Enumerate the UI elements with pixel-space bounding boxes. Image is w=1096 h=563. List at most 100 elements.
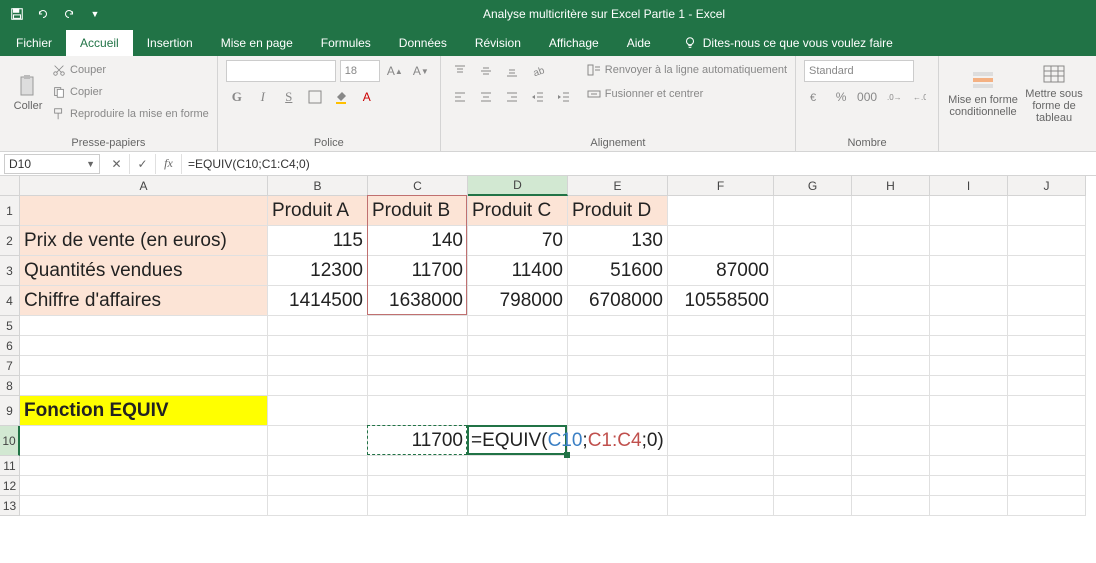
cell-A10[interactable] [20, 426, 268, 456]
thousand-sep-button[interactable]: 000 [856, 86, 878, 108]
cell-G2[interactable] [774, 226, 852, 256]
orientation-button[interactable]: ab [527, 60, 549, 82]
currency-button[interactable]: € [804, 86, 826, 108]
cell-J9[interactable] [1008, 396, 1086, 426]
cell-H6[interactable] [852, 336, 930, 356]
cell-E11[interactable] [568, 456, 668, 476]
row-header-6[interactable]: 6 [0, 336, 20, 356]
increase-indent-button[interactable] [553, 86, 575, 108]
col-header-B[interactable]: B [268, 176, 368, 196]
cell-C8[interactable] [368, 376, 468, 396]
formula-input[interactable]: =EQUIV(C10;C1:C4;0) [182, 157, 1096, 171]
cell-D10[interactable] [468, 426, 568, 456]
cell-J12[interactable] [1008, 476, 1086, 496]
cell-F5[interactable] [668, 316, 774, 336]
cell-J4[interactable] [1008, 286, 1086, 316]
cell-I11[interactable] [930, 456, 1008, 476]
row-header-4[interactable]: 4 [0, 286, 20, 316]
cell-I13[interactable] [930, 496, 1008, 516]
cell-B10[interactable] [268, 426, 368, 456]
cell-J5[interactable] [1008, 316, 1086, 336]
bold-button[interactable]: G [226, 86, 248, 108]
cell-I6[interactable] [930, 336, 1008, 356]
paste-button[interactable]: Coller [8, 60, 48, 126]
decrease-font-button[interactable]: A▼ [410, 60, 432, 82]
cell-A9[interactable]: Fonction EQUIV [20, 396, 268, 426]
cell-D8[interactable] [468, 376, 568, 396]
cell-E3[interactable]: 51600 [568, 256, 668, 286]
cell-H8[interactable] [852, 376, 930, 396]
cell-I2[interactable] [930, 226, 1008, 256]
cell-C6[interactable] [368, 336, 468, 356]
cell-J13[interactable] [1008, 496, 1086, 516]
cell-E13[interactable] [568, 496, 668, 516]
cell-G3[interactable] [774, 256, 852, 286]
cell-D2[interactable]: 70 [468, 226, 568, 256]
cell-D7[interactable] [468, 356, 568, 376]
cell-D3[interactable]: 11400 [468, 256, 568, 286]
row-header-2[interactable]: 2 [0, 226, 20, 256]
cell-B13[interactable] [268, 496, 368, 516]
cell-J1[interactable] [1008, 196, 1086, 226]
cell-C13[interactable] [368, 496, 468, 516]
row-header-9[interactable]: 9 [0, 396, 20, 426]
tab-formules[interactable]: Formules [307, 30, 385, 56]
cell-H3[interactable] [852, 256, 930, 286]
cell-F10[interactable] [668, 426, 774, 456]
cancel-formula-button[interactable]: ✕ [104, 154, 130, 174]
align-bottom-button[interactable] [501, 60, 523, 82]
cell-G11[interactable] [774, 456, 852, 476]
cell-B4[interactable]: 1414500 [268, 286, 368, 316]
cell-A2[interactable]: Prix de vente (en euros) [20, 226, 268, 256]
cell-E7[interactable] [568, 356, 668, 376]
undo-button[interactable] [32, 3, 54, 25]
cell-J3[interactable] [1008, 256, 1086, 286]
col-header-E[interactable]: E [568, 176, 668, 196]
cell-D5[interactable] [468, 316, 568, 336]
cell-J2[interactable] [1008, 226, 1086, 256]
cell-J8[interactable] [1008, 376, 1086, 396]
accept-formula-button[interactable]: ✓ [130, 154, 156, 174]
tab-affichage[interactable]: Affichage [535, 30, 613, 56]
cell-G5[interactable] [774, 316, 852, 336]
cell-G4[interactable] [774, 286, 852, 316]
cell-H7[interactable] [852, 356, 930, 376]
cell-B8[interactable] [268, 376, 368, 396]
cell-E8[interactable] [568, 376, 668, 396]
col-header-A[interactable]: A [20, 176, 268, 196]
wrap-text-button[interactable]: Renvoyer à la ligne automatiquement [587, 60, 787, 80]
align-top-button[interactable] [449, 60, 471, 82]
row-header-7[interactable]: 7 [0, 356, 20, 376]
format-as-table-button[interactable]: Mettre sous forme de tableau [1023, 60, 1085, 126]
cell-D12[interactable] [468, 476, 568, 496]
cell-B9[interactable] [268, 396, 368, 426]
select-all-corner[interactable] [0, 176, 20, 196]
cell-A1[interactable] [20, 196, 268, 226]
row-header-5[interactable]: 5 [0, 316, 20, 336]
tell-me-search[interactable]: Dites-nous ce que vous voulez faire [673, 30, 903, 56]
cell-E4[interactable]: 6708000 [568, 286, 668, 316]
cell-A5[interactable] [20, 316, 268, 336]
cell-E10[interactable] [568, 426, 668, 456]
cell-C5[interactable] [368, 316, 468, 336]
underline-button[interactable]: S [278, 86, 300, 108]
cell-H13[interactable] [852, 496, 930, 516]
insert-function-button[interactable]: fx [156, 154, 182, 174]
tab-aide[interactable]: Aide [613, 30, 665, 56]
cell-J7[interactable] [1008, 356, 1086, 376]
cell-F2[interactable] [668, 226, 774, 256]
col-header-D[interactable]: D [468, 176, 568, 196]
cell-A6[interactable] [20, 336, 268, 356]
col-header-F[interactable]: F [668, 176, 774, 196]
font-name-select[interactable] [226, 60, 336, 82]
cell-H10[interactable] [852, 426, 930, 456]
cell-G1[interactable] [774, 196, 852, 226]
cell-F12[interactable] [668, 476, 774, 496]
col-header-I[interactable]: I [930, 176, 1008, 196]
italic-button[interactable]: I [252, 86, 274, 108]
cell-J11[interactable] [1008, 456, 1086, 476]
cell-A4[interactable]: Chiffre d'affaires [20, 286, 268, 316]
row-header-13[interactable]: 13 [0, 496, 20, 516]
cell-A13[interactable] [20, 496, 268, 516]
cell-I1[interactable] [930, 196, 1008, 226]
